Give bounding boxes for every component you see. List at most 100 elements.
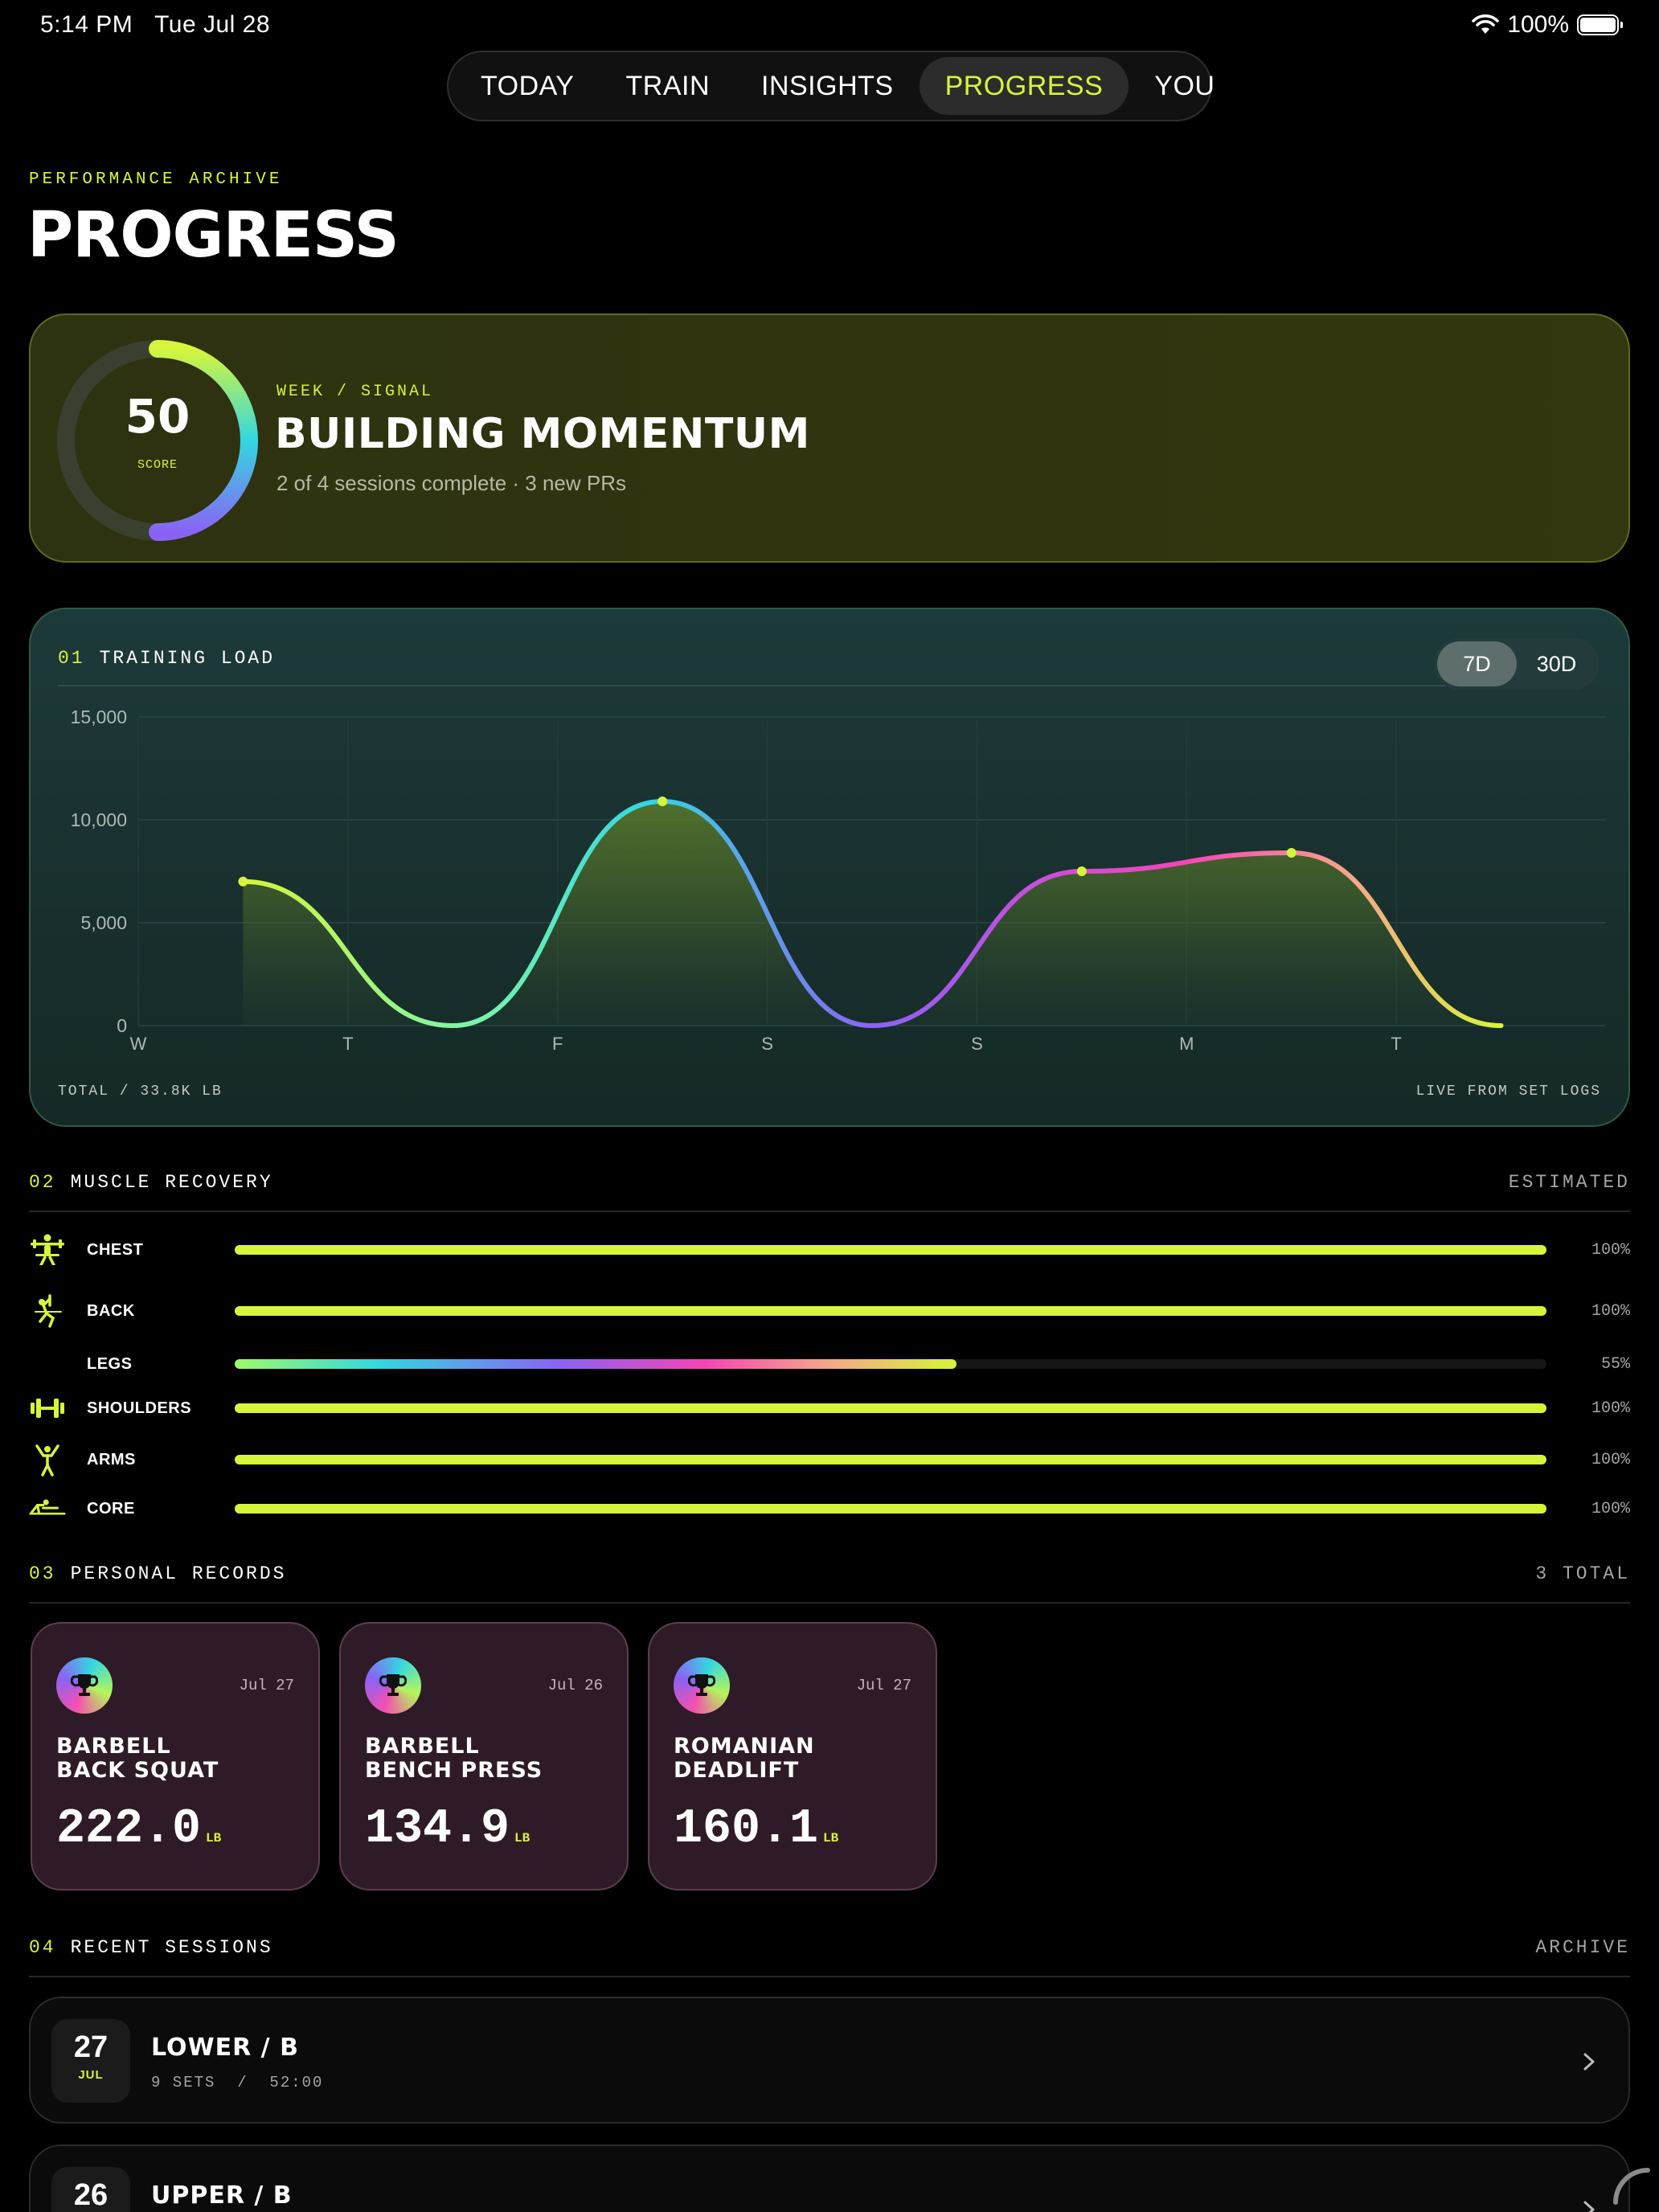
pr-card[interactable]: Jul 26 BARBELL BENCH PRESS 134.9 LB	[339, 1622, 629, 1890]
trophy-icon	[688, 1674, 715, 1696]
pr-unit: LB	[206, 1831, 222, 1845]
recovery-label: CORE	[87, 1500, 135, 1518]
pr-exercise-name: BARBELL BACK SQUAT	[56, 1735, 297, 1783]
battery-icon	[1577, 14, 1623, 35]
tab-progress[interactable]: PROGRESS	[919, 57, 1129, 115]
x-tick-label: F	[552, 1034, 563, 1054]
recovery-bar-fill	[235, 1359, 956, 1369]
data-point	[1286, 847, 1296, 858]
recovery-bar	[235, 1403, 1546, 1413]
recovery-bar	[235, 1306, 1546, 1316]
status-bar: 5:14 PM Tue Jul 28 100%	[0, 0, 1659, 51]
range-7d-button[interactable]: 7D	[1437, 641, 1517, 686]
recovery-bar	[235, 1504, 1546, 1514]
pr-card[interactable]: Jul 27 BARBELL BACK SQUAT 222.0 LB	[31, 1622, 320, 1890]
status-date: Tue Jul 28	[154, 11, 271, 38]
pr-weight-value: 222.0	[56, 1802, 202, 1857]
recovery-percent: 100%	[1591, 1302, 1630, 1321]
range-30d-button[interactable]: 30D	[1517, 641, 1596, 686]
pr-card[interactable]: Jul 27 ROMANIAN DEADLIFT 160.1 LB	[648, 1622, 937, 1890]
section-title: RECENT SESSIONS	[70, 1937, 273, 1958]
trophy-badge	[56, 1657, 113, 1714]
data-point	[657, 796, 668, 806]
session-date-badge: 26	[51, 2167, 130, 2212]
pr-date: Jul 27	[856, 1677, 911, 1694]
session-name: UPPER / B	[151, 2181, 293, 2210]
y-tick-label: 0	[117, 1015, 127, 1036]
recovery-row-arms: ARMS 100%	[29, 1440, 1630, 1480]
tab-you[interactable]: YOU	[1129, 57, 1240, 115]
pr-name-line: BARBELL	[56, 1734, 171, 1759]
pr-weight: 134.9 LB	[365, 1802, 530, 1857]
pr-name-line: DEADLIFT	[674, 1758, 800, 1783]
trophy-icon	[379, 1674, 407, 1696]
muscle-recovery-header: 02 MUSCLE RECOVERY ESTIMATED	[29, 1172, 1630, 1212]
section-heading: 04 RECENT SESSIONS	[29, 1937, 273, 1958]
recovery-percent: 100%	[1591, 1399, 1630, 1418]
data-point	[1076, 866, 1087, 876]
training-load-chart: 15,000 10,000 5,000 0W T F S S M T	[71, 707, 1606, 1054]
divider	[58, 685, 1461, 686]
chevron-right-icon	[1583, 2053, 1595, 2071]
recent-sessions-header: 04 RECENT SESSIONS ARCHIVE	[29, 1937, 1630, 1977]
archive-link[interactable]: ARCHIVE	[1535, 1937, 1630, 1958]
section-heading: 02 MUSCLE RECOVERY	[29, 1172, 273, 1193]
session-row[interactable]: 26 UPPER / B	[29, 2144, 1630, 2212]
session-name: LOWER / B	[151, 2034, 299, 2062]
x-tick-label: T	[342, 1034, 353, 1054]
pr-unit: LB	[514, 1831, 530, 1845]
chevron-right-icon	[1583, 2201, 1595, 2212]
records-total: 3 TOTAL	[1535, 1563, 1630, 1584]
session-date-badge: 27 JUL	[51, 2019, 130, 2103]
recovery-row-chest: CHEST 100%	[29, 1230, 1630, 1270]
section-title: PERSONAL RECORDS	[70, 1563, 287, 1584]
recovery-label: SHOULDERS	[87, 1399, 192, 1417]
tab-insights[interactable]: INSIGHTS	[735, 57, 920, 115]
plank-icon	[29, 1499, 66, 1515]
recovery-row-back: BACK 100%	[29, 1291, 1630, 1331]
recovery-bar-fill	[235, 1245, 1546, 1255]
recovery-percent: 100%	[1591, 1241, 1630, 1260]
pr-weight: 222.0 LB	[56, 1802, 221, 1857]
recovery-label: BACK	[87, 1302, 135, 1320]
session-day: 27	[73, 2030, 109, 2064]
data-point	[238, 876, 248, 887]
chart-area	[243, 801, 1501, 1026]
pr-name-line: BENCH PRESS	[365, 1758, 543, 1783]
pr-name-line: ROMANIAN	[674, 1734, 815, 1759]
tab-train[interactable]: TRAIN	[600, 57, 736, 115]
scroll-indicator[interactable]	[1608, 2162, 1653, 2207]
weekly-signal-card[interactable]: 50 SCORE WEEK / SIGNAL BUILDING MOMENTUM…	[29, 313, 1630, 563]
pr-exercise-name: BARBELL BENCH PRESS	[365, 1735, 606, 1783]
recovery-bar-fill	[235, 1306, 1546, 1316]
score-value: 50	[125, 389, 190, 444]
clock: 5:14 PM	[40, 11, 133, 38]
training-load-header: 01 TRAINING LOAD	[58, 648, 275, 669]
dumbbell-icon	[31, 1399, 64, 1418]
session-row[interactable]: 27 JUL LOWER / B 9 SETS / 52:00	[29, 1997, 1630, 2124]
session-meta: 9 SETS / 52:00	[151, 2074, 324, 2091]
person-arms-up-icon	[35, 1444, 59, 1477]
recovery-percent: 100%	[1591, 1451, 1630, 1469]
section-number: 04	[29, 1937, 56, 1958]
trophy-icon	[71, 1674, 98, 1696]
recovery-percent: 55%	[1600, 1355, 1630, 1374]
recovery-percent: 100%	[1591, 1500, 1630, 1518]
signal-title: BUILDING MOMENTUM	[275, 410, 810, 458]
training-load-card: 15,000 10,000 5,000 0 W T F S S M T 01 TRAINING LOA…	[29, 608, 1630, 1127]
recovery-bar	[235, 1455, 1546, 1464]
pull-up-icon	[35, 1294, 62, 1328]
pr-name-line: BACK SQUAT	[56, 1758, 219, 1783]
tab-today[interactable]: TODAY	[455, 57, 600, 115]
recovery-bar-fill	[235, 1403, 1546, 1413]
wifi-icon	[1472, 14, 1500, 34]
recovery-row-core: CORE 100%	[29, 1489, 1630, 1529]
pr-weight-value: 160.1	[674, 1802, 819, 1857]
range-toggle: 7D 30D	[1434, 638, 1600, 690]
y-tick-label: 5,000	[80, 912, 127, 933]
trophy-badge	[365, 1657, 421, 1714]
pr-name-line: BARBELL	[365, 1734, 480, 1759]
pr-date: Jul 26	[547, 1677, 603, 1694]
x-tick-label: T	[1391, 1034, 1401, 1054]
main-tab-bar: TODAY TRAIN INSIGHTS PROGRESS YOU	[447, 51, 1215, 121]
